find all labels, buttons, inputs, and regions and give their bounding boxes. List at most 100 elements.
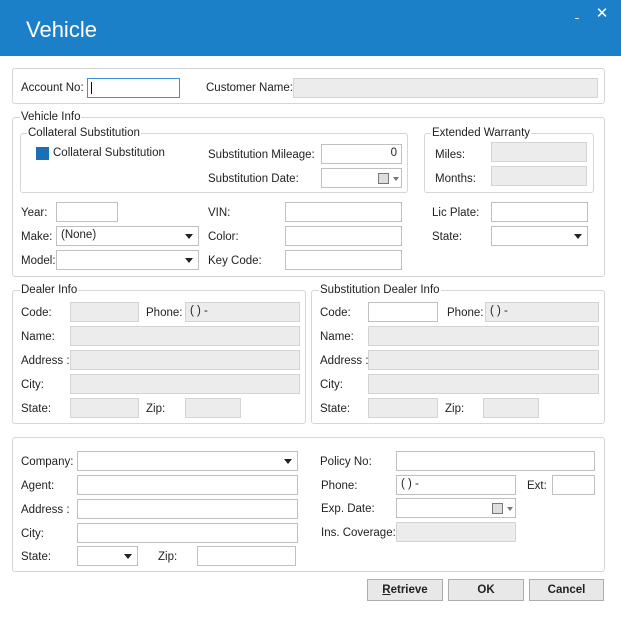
dealer-code-label: Code: <box>21 307 52 319</box>
substitution-mileage-label: Substitution Mileage: <box>208 149 315 161</box>
sub-dealer-phone-label: Phone: <box>447 307 484 319</box>
sub-dealer-zip-label: Zip: <box>445 403 465 415</box>
make-label: Make: <box>21 231 53 243</box>
minimize-icon[interactable]: ˍ <box>568 4 586 24</box>
text-caret <box>91 82 92 94</box>
sub-dealer-phone-field: ( ) - <box>485 302 599 322</box>
collateral-substitution-checkbox-label: Collateral Substitution <box>53 147 165 159</box>
warranty-months-label: Months: <box>435 173 476 185</box>
sub-dealer-name-field <box>368 326 599 346</box>
retrieve-button[interactable]: Retrieve <box>367 579 443 601</box>
dealer-state-label: State: <box>21 403 52 415</box>
exp-date-picker[interactable] <box>396 498 516 518</box>
title-bar: Vehicle ˍ ✕ <box>0 0 621 56</box>
sub-dealer-address-label: Address : <box>320 355 369 367</box>
ins-phone-input[interactable]: ( ) - <box>396 475 516 495</box>
agent-label: Agent: <box>21 480 55 492</box>
dealer-city-label: City: <box>21 379 44 391</box>
account-no-label: Account No: <box>21 82 84 94</box>
window-title: Vehicle <box>26 17 97 42</box>
key-code-label: Key Code: <box>208 255 262 267</box>
lic-plate-label: Lic Plate: <box>432 207 480 219</box>
account-no-input[interactable] <box>87 78 180 98</box>
ext-label: Ext: <box>527 480 547 492</box>
model-dropdown[interactable] <box>56 250 199 270</box>
lic-plate-input[interactable] <box>491 202 588 222</box>
dealer-city-field <box>70 374 300 394</box>
warranty-months-field <box>491 166 587 186</box>
calendar-icon[interactable] <box>492 503 503 514</box>
substitution-date-picker[interactable] <box>321 168 402 188</box>
model-label: Model: <box>21 255 56 267</box>
collateral-substitution-checkbox[interactable] <box>36 147 49 160</box>
ins-address-input[interactable] <box>77 499 298 519</box>
sub-dealer-address-field <box>368 350 599 370</box>
color-label: Color: <box>208 231 239 243</box>
substitution-mileage-input[interactable]: 0 <box>321 144 402 164</box>
sub-dealer-city-label: City: <box>320 379 343 391</box>
ins-zip-input[interactable] <box>197 546 296 566</box>
extended-warranty-legend: Extended Warranty <box>431 127 532 139</box>
cancel-button[interactable]: Cancel <box>529 579 604 601</box>
dealer-zip-field <box>185 398 241 418</box>
collateral-substitution-legend: Collateral Substitution <box>27 127 141 139</box>
ins-state-label: State: <box>21 551 52 563</box>
substitution-dealer-info-legend: Substitution Dealer Info <box>319 284 441 296</box>
year-input[interactable] <box>56 202 118 222</box>
make-value: (None) <box>61 229 97 241</box>
color-input[interactable] <box>285 226 402 246</box>
make-dropdown[interactable]: (None) <box>56 226 199 246</box>
dealer-phone-label: Phone: <box>146 307 183 319</box>
dealer-info-legend: Dealer Info <box>20 284 79 296</box>
vehicle-info-legend: Vehicle Info <box>20 111 82 123</box>
vin-input[interactable] <box>285 202 402 222</box>
ok-button[interactable]: OK <box>448 579 524 601</box>
ext-input[interactable] <box>552 475 595 495</box>
policy-no-input[interactable] <box>396 451 595 471</box>
sub-dealer-code-label: Code: <box>320 307 351 319</box>
ins-zip-label: Zip: <box>158 551 178 563</box>
ins-state-dropdown[interactable] <box>77 546 138 566</box>
chevron-down-icon[interactable] <box>185 234 193 239</box>
ins-phone-label: Phone: <box>321 480 358 492</box>
dealer-address-label: Address : <box>21 355 70 367</box>
state-label: State: <box>432 231 463 243</box>
chevron-down-icon[interactable] <box>284 459 292 464</box>
retrieve-mnemonic: R <box>382 584 391 596</box>
warranty-miles-label: Miles: <box>435 149 466 161</box>
dealer-name-label: Name: <box>21 331 55 343</box>
dealer-state-field <box>70 398 139 418</box>
year-label: Year: <box>21 207 48 219</box>
close-icon[interactable]: ✕ <box>593 4 611 24</box>
policy-no-label: Policy No: <box>320 456 372 468</box>
vin-label: VIN: <box>208 207 231 219</box>
dealer-code-field <box>70 302 139 322</box>
sub-dealer-zip-field <box>483 398 539 418</box>
agent-input[interactable] <box>77 475 298 495</box>
customer-name-field <box>293 78 598 98</box>
dealer-zip-label: Zip: <box>146 403 166 415</box>
ins-coverage-field <box>396 522 516 542</box>
chevron-down-icon[interactable] <box>185 258 193 263</box>
ins-coverage-label: Ins. Coverage: <box>321 527 396 539</box>
calendar-icon[interactable] <box>378 173 389 184</box>
sub-dealer-state-field <box>368 398 438 418</box>
chevron-down-icon[interactable] <box>507 507 513 511</box>
warranty-miles-field <box>491 142 587 162</box>
exp-date-label: Exp. Date: <box>321 503 375 515</box>
chevron-down-icon[interactable] <box>574 234 582 239</box>
dealer-name-field <box>70 326 300 346</box>
state-dropdown[interactable] <box>491 226 588 246</box>
chevron-down-icon[interactable] <box>124 554 132 559</box>
substitution-date-label: Substitution Date: <box>208 173 299 185</box>
ins-city-label: City: <box>21 528 44 540</box>
company-dropdown[interactable] <box>77 451 298 471</box>
chevron-down-icon[interactable] <box>393 177 399 181</box>
sub-dealer-code-input[interactable] <box>368 302 438 322</box>
dealer-phone-field: ( ) - <box>185 302 300 322</box>
sub-dealer-state-label: State: <box>320 403 351 415</box>
dealer-address-field <box>70 350 300 370</box>
ins-city-input[interactable] <box>77 523 298 543</box>
retrieve-label: etrieve <box>390 584 428 596</box>
key-code-input[interactable] <box>285 250 402 270</box>
